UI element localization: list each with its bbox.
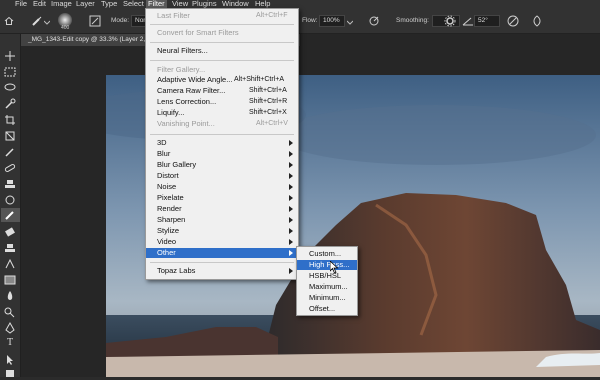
menu-layer[interactable]: Layer (74, 0, 97, 8)
mouse-cursor-icon (330, 261, 339, 274)
menu-item-custom[interactable]: Custom... (297, 249, 357, 259)
frame-tool-icon[interactable] (3, 130, 17, 142)
flow-label: Flow: (302, 17, 318, 24)
stamp-tool-icon[interactable] (3, 242, 17, 254)
menu-item-maximum[interactable]: Maximum... (297, 282, 357, 292)
menu-item-other[interactable]: Other (146, 248, 298, 258)
menu-item-last-filter[interactable]: Last Filter Alt+Ctrl+F (146, 11, 298, 21)
angle-input[interactable]: 52° (474, 15, 500, 27)
brush-settings-icon[interactable] (88, 14, 102, 28)
menu-image[interactable]: Image (49, 0, 74, 8)
menu-item-blur-gallery[interactable]: Blur Gallery (146, 160, 298, 170)
menu-help[interactable]: Help (253, 0, 272, 8)
menu-view[interactable]: View (170, 0, 190, 8)
menu-item-sharpen[interactable]: Sharpen (146, 215, 298, 225)
menu-item-camera-raw-filter[interactable]: Camera Raw Filter... Shift+Ctrl+A (146, 86, 298, 96)
menu-item-filter-gallery[interactable]: Filter Gallery... (146, 65, 298, 75)
menu-item-topaz-labs[interactable]: Topaz Labs (146, 266, 298, 276)
menu-edit[interactable]: Edit (31, 0, 48, 8)
menu-item-render[interactable]: Render (146, 204, 298, 214)
submenu-arrow-icon (289, 250, 293, 256)
pen-tool-small-icon[interactable] (3, 258, 17, 270)
symmetry-icon[interactable] (530, 14, 544, 28)
brush-tool-active-icon[interactable] (3, 209, 17, 221)
submenu-arrow-icon (289, 206, 293, 212)
menu-filter[interactable]: Filter (146, 0, 167, 8)
rectangle-tool-icon[interactable] (3, 368, 17, 380)
other-submenu: Custom... High Pass... HSB/HSL Maximum..… (296, 246, 358, 316)
mode-label: Mode: (111, 17, 130, 24)
menu-item-offset[interactable]: Offset... (297, 304, 357, 314)
type-tool-icon[interactable]: T (3, 337, 17, 349)
menu-item-liquify[interactable]: Liquify... Shift+Ctrl+X (146, 108, 298, 118)
pressure-size-icon[interactable] (506, 14, 520, 28)
submenu-arrow-icon (289, 228, 293, 234)
blur-tool-icon[interactable] (3, 290, 17, 302)
submenu-arrow-icon (289, 184, 293, 190)
menu-item-vanishing-point[interactable]: Vanishing Point... Alt+Ctrl+V (146, 119, 298, 129)
dodge-tool-icon[interactable] (3, 306, 17, 318)
menu-item-blur[interactable]: Blur (146, 149, 298, 159)
airbrush-icon[interactable] (367, 14, 381, 28)
smoothing-label: Smoothing: (396, 17, 429, 24)
move-tool-icon[interactable] (3, 50, 17, 62)
menu-item-convert-for-smart-filters[interactable]: Convert for Smart Filters (146, 28, 298, 38)
menu-item-noise[interactable]: Noise (146, 182, 298, 192)
angle-icon (462, 17, 473, 26)
gradient-tool-icon[interactable] (3, 274, 17, 286)
home-icon[interactable] (2, 14, 16, 28)
clone-stamp-tool-icon[interactable] (3, 178, 17, 190)
menu-select[interactable]: Select (121, 0, 146, 8)
healing-brush-tool-icon[interactable] (3, 162, 17, 174)
eraser-tool-icon[interactable] (3, 226, 17, 238)
menu-item-video[interactable]: Video (146, 237, 298, 247)
filter-menu: Last Filter Alt+Ctrl+F Convert for Smart … (145, 8, 299, 280)
submenu-arrow-icon (289, 162, 293, 168)
submenu-arrow-icon (289, 239, 293, 245)
smoothing-settings-icon[interactable] (443, 14, 457, 28)
brush-size-label: 400 (61, 25, 70, 31)
menu-item-3d[interactable]: 3D (146, 138, 298, 148)
marquee-tool-icon[interactable] (3, 66, 17, 78)
menu-item-minimum[interactable]: Minimum... (297, 293, 357, 303)
menu-item-distort[interactable]: Distort (146, 171, 298, 181)
submenu-arrow-icon (289, 173, 293, 179)
menu-bar: File Edit Image Layer Type Select Filter… (0, 0, 600, 8)
brush-tool-icon[interactable] (30, 14, 44, 28)
crop-tool-icon[interactable] (3, 114, 17, 126)
menu-item-stylize[interactable]: Stylize (146, 226, 298, 236)
lasso-tool-icon[interactable] (3, 82, 17, 94)
submenu-arrow-icon (289, 217, 293, 223)
menu-item-adaptive-wide-angle[interactable]: Adaptive Wide Angle... Alt+Shift+Ctrl+A (146, 75, 298, 85)
tools-panel: T (0, 34, 21, 377)
options-bar: 400 Mode: Nor Flow: 100% Smoothing: 52° (0, 8, 600, 34)
menu-plugins[interactable]: Plugins (190, 0, 219, 8)
path-selection-tool-icon[interactable] (3, 354, 17, 366)
menu-item-high-pass[interactable]: High Pass... (297, 260, 357, 270)
quick-selection-tool-icon[interactable] (3, 98, 17, 110)
menu-window[interactable]: Window (220, 0, 251, 8)
menu-item-lens-correction[interactable]: Lens Correction... Shift+Ctrl+R (146, 97, 298, 107)
eyedropper-tool-icon[interactable] (3, 146, 17, 158)
history-brush-tool-icon[interactable] (3, 194, 17, 206)
flow-input[interactable]: 100% (319, 15, 345, 27)
submenu-arrow-icon (289, 140, 293, 146)
submenu-arrow-icon (289, 268, 293, 274)
tool-preset-dropdown-icon[interactable] (44, 20, 50, 26)
menu-item-neural-filters[interactable]: Neural Filters... (146, 46, 298, 56)
menu-file[interactable]: File (13, 0, 29, 8)
submenu-arrow-icon (289, 151, 293, 157)
flow-dropdown-icon[interactable] (347, 20, 353, 26)
menu-type[interactable]: Type (99, 0, 119, 8)
pen-tool-icon[interactable] (3, 322, 17, 334)
submenu-arrow-icon (289, 195, 293, 201)
menu-item-hsb-hsl[interactable]: HSB/HSL (297, 271, 357, 281)
menu-item-pixelate[interactable]: Pixelate (146, 193, 298, 203)
